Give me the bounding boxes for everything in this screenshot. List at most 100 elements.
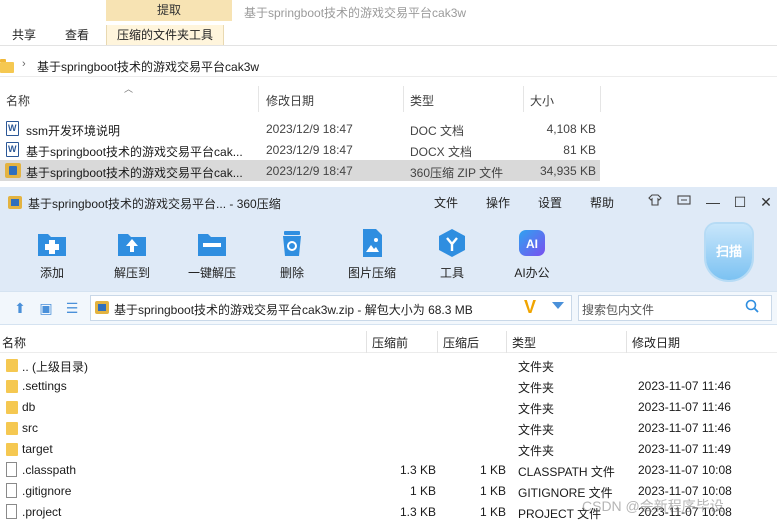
v-logo-icon[interactable]: V: [524, 297, 536, 318]
column-divider[interactable]: [600, 86, 601, 112]
file-icon: [6, 483, 17, 498]
file-type: DOCX 文档: [410, 145, 473, 159]
zip-column-type[interactable]: 类型: [512, 334, 536, 351]
address-path[interactable]: 基于springboot技术的游戏交易平台cak3w: [37, 58, 259, 75]
entry-modified: 2023-11-07 11:46: [638, 400, 731, 414]
folder-icon: [6, 380, 18, 393]
entry-after-size: 1 KB: [479, 484, 506, 498]
column-divider[interactable]: [506, 331, 507, 353]
close-icon[interactable]: ✕: [755, 191, 777, 213]
one-click-extract-button[interactable]: 一键解压: [176, 222, 248, 284]
extract-to-button[interactable]: 解压到: [96, 222, 168, 284]
column-divider[interactable]: [626, 331, 627, 353]
column-modified[interactable]: 修改日期: [266, 92, 314, 109]
zip-window-title: 基于springboot技术的游戏交易平台... - 360压缩: [28, 197, 281, 211]
tools-button[interactable]: 工具: [416, 222, 488, 284]
scan-button[interactable]: 扫描: [706, 224, 752, 280]
column-size[interactable]: 大小: [530, 92, 554, 109]
entry-name: .settings: [22, 379, 67, 393]
zip-archive-icon: [5, 163, 21, 178]
delete-button[interactable]: 删除: [256, 222, 328, 284]
column-divider[interactable]: [403, 86, 404, 112]
entry-type: 文件夹: [518, 360, 555, 374]
entry-after-size: 1 KB: [479, 463, 506, 477]
zip-column-modified[interactable]: 修改日期: [632, 334, 680, 351]
file-row[interactable]: ssm开发环境说明 2023/12/9 18:47 DOC 文档 4,108 K…: [0, 118, 600, 139]
file-size: 4,108 KB: [546, 122, 596, 136]
file-modified: 2023/12/9 18:47: [266, 122, 353, 136]
context-tab-extract[interactable]: 提取: [106, 0, 232, 21]
file-size: 34,935 KB: [539, 164, 596, 178]
column-divider[interactable]: [258, 86, 259, 112]
entry-after-size: 1 KB: [479, 505, 506, 519]
explorer-column-header: 名称 修改日期 类型 大小: [0, 86, 601, 112]
word-doc-icon: [6, 142, 19, 157]
file-modified: 2023/12/9 18:47: [266, 143, 353, 157]
column-divider[interactable]: [523, 86, 524, 112]
up-arrow-icon[interactable]: ⬆: [12, 300, 28, 316]
column-divider[interactable]: [366, 331, 367, 353]
image-compress-button[interactable]: 图片压缩: [336, 222, 408, 284]
word-doc-icon: [6, 121, 19, 136]
file-name: 基于springboot技术的游戏交易平台cak...: [26, 145, 243, 159]
file-type: DOC 文档: [410, 124, 465, 138]
entry-modified: 2023-11-07 11:46: [638, 421, 731, 435]
add-button[interactable]: 添加: [16, 222, 88, 284]
svg-text:AI: AI: [526, 237, 538, 251]
entry-type: CLASSPATH 文件: [518, 465, 615, 479]
file-size: 81 KB: [563, 143, 596, 157]
file-row[interactable]: 基于springboot技术的游戏交易平台cak... 2023/12/9 18…: [0, 139, 600, 160]
entry-name: .gitignore: [22, 484, 72, 498]
chevron-down-icon[interactable]: [552, 302, 564, 309]
maximize-icon[interactable]: ☐: [729, 191, 751, 213]
zip-column-compressed[interactable]: 压缩前: [372, 334, 408, 351]
zip-column-name[interactable]: 名称: [2, 334, 26, 351]
image-compress-label: 图片压缩: [347, 266, 396, 280]
entry-name: .project: [22, 505, 62, 519]
feedback-icon[interactable]: [673, 191, 695, 213]
chevron-right-icon[interactable]: ›: [22, 58, 26, 70]
menu-help[interactable]: 帮助: [590, 194, 614, 211]
column-name[interactable]: 名称: [6, 92, 30, 109]
file-modified: 2023/12/9 18:47: [266, 164, 353, 178]
tab-compressed-folder-tools[interactable]: 压缩的文件夹工具: [106, 25, 225, 45]
entry-type: 文件夹: [518, 402, 555, 416]
add-label: 添加: [39, 266, 64, 280]
zip-list-item[interactable]: src 文件夹 2023-11-07 11:46: [0, 417, 777, 438]
ai-office-button[interactable]: AI AI办公: [496, 222, 568, 284]
one-click-extract-label: 一键解压: [187, 266, 236, 280]
tab-view[interactable]: 查看: [65, 25, 89, 45]
search-input[interactable]: 搜索包内文件: [578, 295, 772, 321]
search-icon[interactable]: [745, 299, 759, 313]
extract-to-icon: [118, 234, 146, 256]
entry-before-size: 1.3 KB: [399, 505, 436, 519]
menu-operate[interactable]: 操作: [486, 194, 510, 211]
column-divider[interactable]: [437, 331, 438, 353]
tools-icon: [439, 229, 465, 257]
zip-list-item[interactable]: db 文件夹 2023-11-07 11:46: [0, 396, 777, 417]
entry-modified: 2023-11-07 11:46: [638, 379, 731, 393]
entry-type: 文件夹: [518, 444, 555, 458]
folder-icon: [6, 443, 18, 456]
entry-before-size: 1 KB: [409, 484, 436, 498]
skin-icon[interactable]: [644, 191, 666, 213]
explorer-window-title: 基于springboot技术的游戏交易平台cak3w: [244, 6, 467, 20]
file-type: 360压缩 ZIP 文件: [410, 166, 504, 180]
tools-label: 工具: [439, 266, 464, 280]
zip-list-item[interactable]: .settings 文件夹 2023-11-07 11:46: [0, 375, 777, 396]
tab-share[interactable]: 共享: [12, 25, 36, 45]
menu-settings[interactable]: 设置: [538, 194, 562, 211]
zip-path-text: 基于springboot技术的游戏交易平台cak3w.zip - 解包大小为 6…: [114, 303, 473, 317]
zip-list-item[interactable]: .classpath 1.3 KB 1 KB CLASSPATH 文件 2023…: [0, 459, 777, 480]
zip-list-item[interactable]: target 文件夹 2023-11-07 11:49: [0, 438, 777, 459]
list-view-icon[interactable]: ☰: [64, 300, 80, 316]
menu-file[interactable]: 文件: [434, 194, 458, 211]
entry-name: src: [22, 421, 38, 435]
minimize-icon[interactable]: —: [702, 191, 724, 213]
zip-list-item[interactable]: .. (上级目录) 文件夹: [0, 354, 777, 375]
column-type[interactable]: 类型: [410, 92, 434, 109]
thumbnail-view-icon[interactable]: ▣: [38, 300, 54, 316]
zip-column-after[interactable]: 压缩后: [443, 334, 479, 351]
one-click-extract-icon: [198, 234, 226, 256]
file-row-selected[interactable]: 基于springboot技术的游戏交易平台cak... 2023/12/9 18…: [0, 160, 600, 181]
